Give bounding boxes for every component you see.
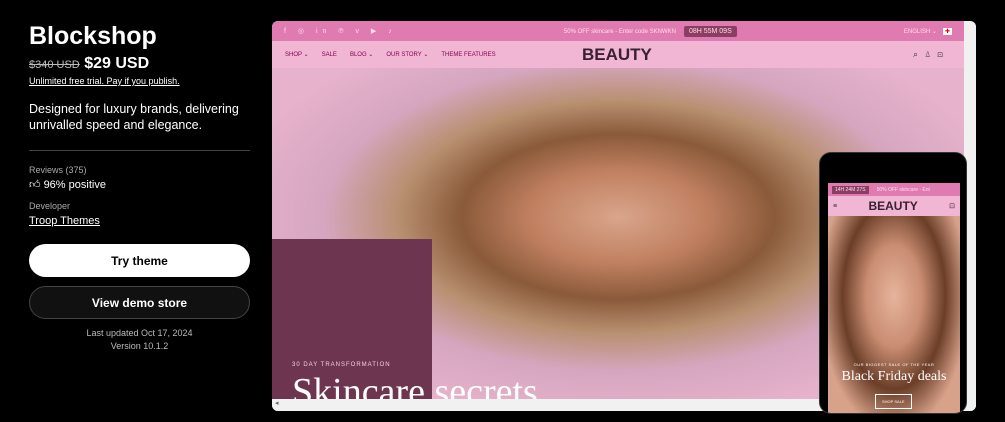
nav-our-story[interactable]: OUR STORY ⌄ <box>386 52 428 58</box>
description: Designed for luxury brands, delivering u… <box>29 102 239 132</box>
mobile-preview[interactable]: 14H 24M 27S 50% OFF skincare - Ent ≡ BEAUT… <box>819 152 967 414</box>
theme-listing: Blockshop $340 USD $29 USD Unlimited fre… <box>29 20 250 353</box>
trial-note: . Pay if you publish. <box>101 76 180 86</box>
nav-theme-features[interactable]: THEME FEATURES <box>441 52 495 58</box>
mobile-hero-kicker: OUR BIGGEST SALE OF THE YEAR <box>853 362 935 367</box>
try-theme-button[interactable]: Try theme <box>29 244 250 277</box>
developer-link[interactable]: Troop Themes <box>29 215 100 227</box>
developer-label: Developer <box>29 201 71 211</box>
search-icon[interactable]: ⌕ <box>913 49 924 59</box>
language-select[interactable]: ENGLISH ⌄ <box>904 28 937 35</box>
trial-info: Unlimited free trial. Pay if you publish… <box>29 76 250 86</box>
mobile-logo[interactable]: BEAUTY <box>868 199 917 213</box>
old-price: $340 USD <box>29 59 80 71</box>
nav-shop[interactable]: SHOP ⌄ <box>285 52 309 58</box>
mobile-cart-icon[interactable]: ⊡ <box>949 202 955 210</box>
nav-blog[interactable]: BLOG ⌄ <box>350 52 373 58</box>
last-updated: Last updated Oct 17, 2024 <box>86 328 193 338</box>
menu-icon[interactable]: ≡ <box>833 203 837 210</box>
cart-icon[interactable]: ⊡ <box>937 49 949 59</box>
announcement-text: 50% OFF skincare - Enter code SKNWKN <box>563 28 676 35</box>
theme-title: Blockshop <box>29 22 157 50</box>
flag-icon[interactable]: ✚ <box>942 27 952 35</box>
mobile-announcement-bar: 14H 24M 27S 50% OFF skincare - Ent <box>828 183 960 196</box>
mobile-hero-image: OUR BIGGEST SALE OF THE YEAR Black Frida… <box>828 216 960 413</box>
announcement-bar: f ◎ in ℗ v ▶ ♪ 50% OFF skincare - Enter … <box>272 21 976 41</box>
account-icon[interactable]: ♙ <box>924 49 937 59</box>
thumbs-up-icon: 👍︎ <box>29 179 41 191</box>
mobile-announcement-text: 50% OFF skincare - Ent <box>876 186 930 193</box>
trial-link[interactable]: Unlimited free trial <box>29 76 102 86</box>
view-demo-store-button[interactable]: View demo store <box>29 286 250 319</box>
version: Version 10.1.2 <box>110 341 169 351</box>
nav-sale[interactable]: SALE <box>322 52 337 58</box>
hero-kicker: 30 DAY TRANSFORMATION <box>292 362 391 368</box>
mobile-nav: ≡ BEAUTY ⊡ <box>828 196 960 216</box>
divider <box>29 150 250 151</box>
shop-sale-button[interactable]: SHOP SALE <box>875 394 912 409</box>
store-logo[interactable]: BEAUTY <box>582 45 652 65</box>
reviews-value: 👍︎ 96% positive <box>29 178 250 191</box>
social-icons[interactable]: f ◎ in ℗ v ▶ ♪ <box>284 27 397 35</box>
price: $340 USD $29 USD <box>29 55 250 73</box>
current-price: $29 USD <box>84 55 150 72</box>
mobile-hero-title: Black Friday deals <box>841 369 947 384</box>
mobile-countdown: 14H 24M 27S <box>832 185 869 194</box>
reviews-label[interactable]: Reviews (375) <box>29 165 250 175</box>
reviews-positive: 96% positive <box>43 179 106 191</box>
countdown-timer: 08H 55M 09S <box>683 25 737 37</box>
